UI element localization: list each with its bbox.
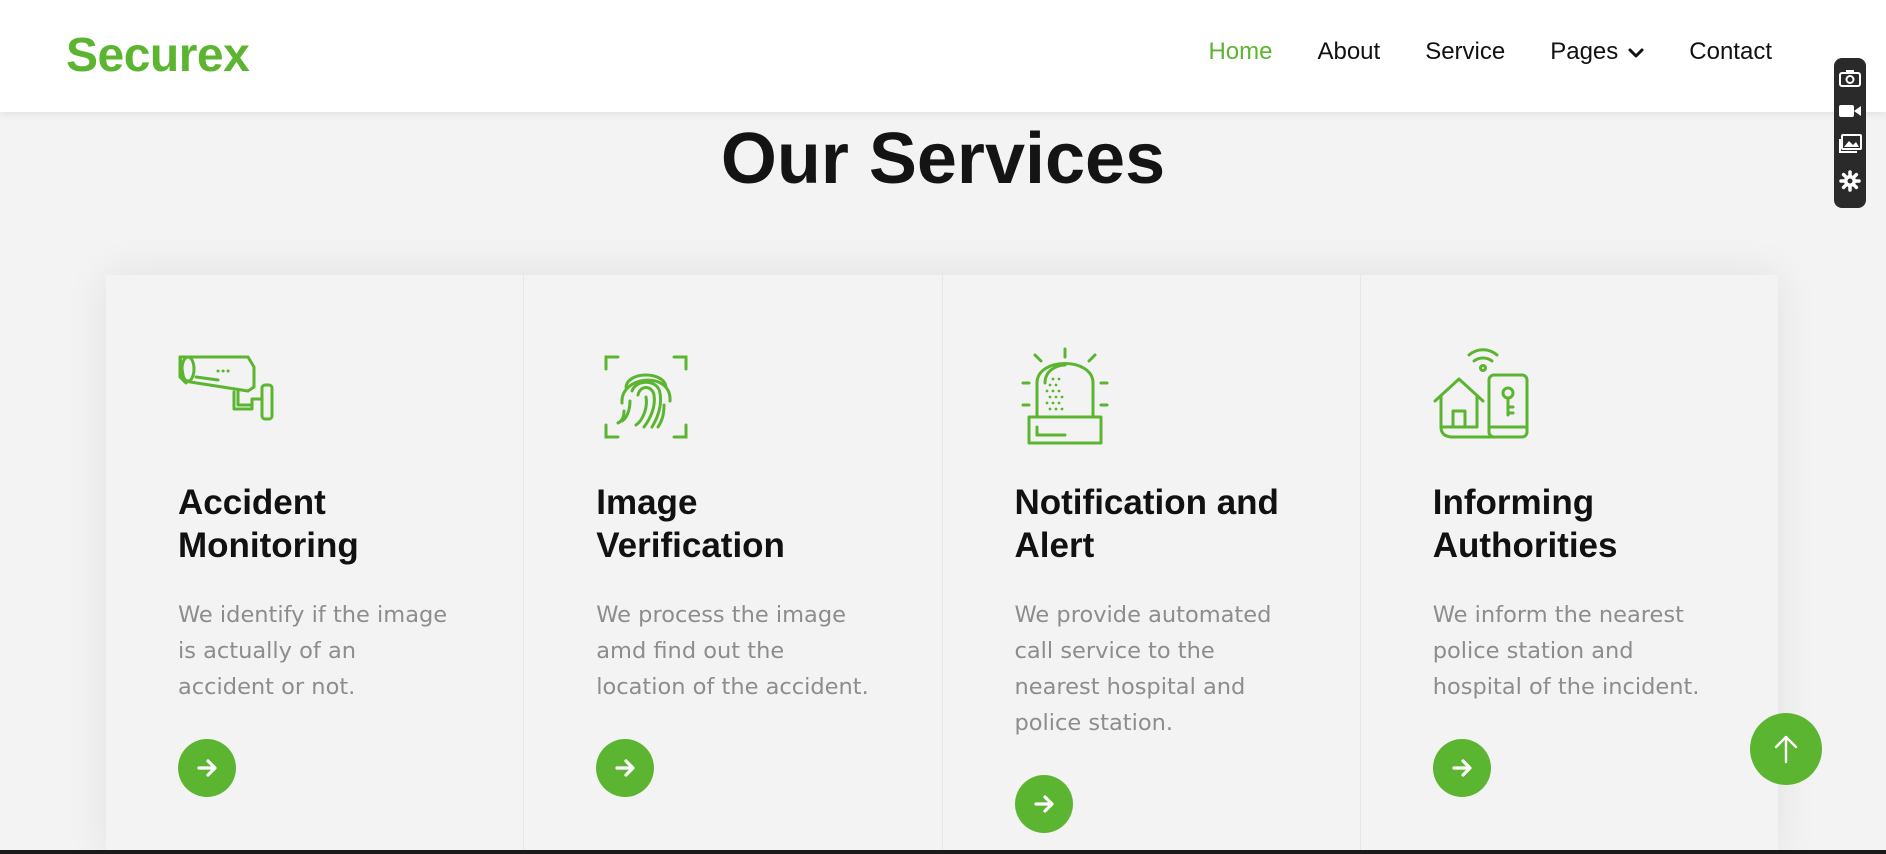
read-more-button[interactable]	[596, 739, 655, 797]
services-grid: Accident Monitoring We identify if the i…	[106, 275, 1778, 854]
section-title: Our Services	[720, 119, 1166, 199]
nav-pages[interactable]: Pages	[1550, 38, 1644, 66]
alarm-siren-icon	[1015, 347, 1288, 447]
service-description: We identify if the image is actually of …	[178, 602, 448, 700]
fingerprint-icon	[596, 347, 869, 447]
service-description: We inform the nearest police station and…	[1432, 602, 1700, 700]
video-icon[interactable]	[1838, 103, 1862, 124]
read-more-button[interactable]	[1014, 775, 1073, 833]
bottom-divider	[0, 850, 1886, 854]
service-card: Image Verification We process the image …	[524, 275, 943, 854]
service-title: Accident Monitoring	[178, 483, 359, 565]
service-card: Accident Monitoring We identify if the i…	[106, 275, 525, 854]
nav-service[interactable]: Service	[1425, 38, 1505, 66]
arrow-up-icon	[1774, 735, 1798, 764]
main-nav: Home About Service Pages Contact	[1208, 38, 1772, 66]
arrow-right-icon	[615, 759, 635, 777]
camera-icon[interactable]	[1839, 69, 1861, 92]
gallery-icon[interactable]	[1838, 134, 1862, 159]
arrow-right-icon	[1452, 759, 1472, 777]
read-more-button[interactable]	[1432, 739, 1491, 797]
cctv-camera-icon	[178, 347, 451, 447]
service-description: We process the image amd find out the lo…	[596, 602, 869, 700]
smart-home-icon	[1433, 347, 1706, 447]
read-more-button[interactable]	[178, 739, 236, 797]
arrow-right-icon	[197, 759, 217, 777]
nav-about[interactable]: About	[1317, 38, 1380, 66]
service-description: We provide automated call service to the…	[1014, 602, 1272, 736]
side-toolbar	[1834, 58, 1866, 208]
nav-pages-label: Pages	[1550, 38, 1619, 65]
nav-contact[interactable]: Contact	[1689, 38, 1772, 66]
back-to-top-button[interactable]	[1750, 713, 1822, 785]
brand-logo[interactable]: Securex	[66, 28, 250, 83]
nav-home[interactable]: Home	[1208, 38, 1272, 66]
service-card: Informing Authorities We inform the near…	[1361, 275, 1778, 854]
chevron-down-icon	[1628, 38, 1644, 66]
site-header: Securex Home About Service Pages Contact	[0, 0, 1886, 112]
service-title: Notification and Alert	[1014, 483, 1279, 565]
service-title: Informing Authorities	[1432, 483, 1618, 565]
service-card: Notification and Alert We provide automa…	[943, 275, 1361, 854]
service-title: Image Verification	[596, 483, 785, 565]
settings-icon[interactable]	[1839, 170, 1861, 197]
arrow-right-icon	[1033, 795, 1054, 813]
